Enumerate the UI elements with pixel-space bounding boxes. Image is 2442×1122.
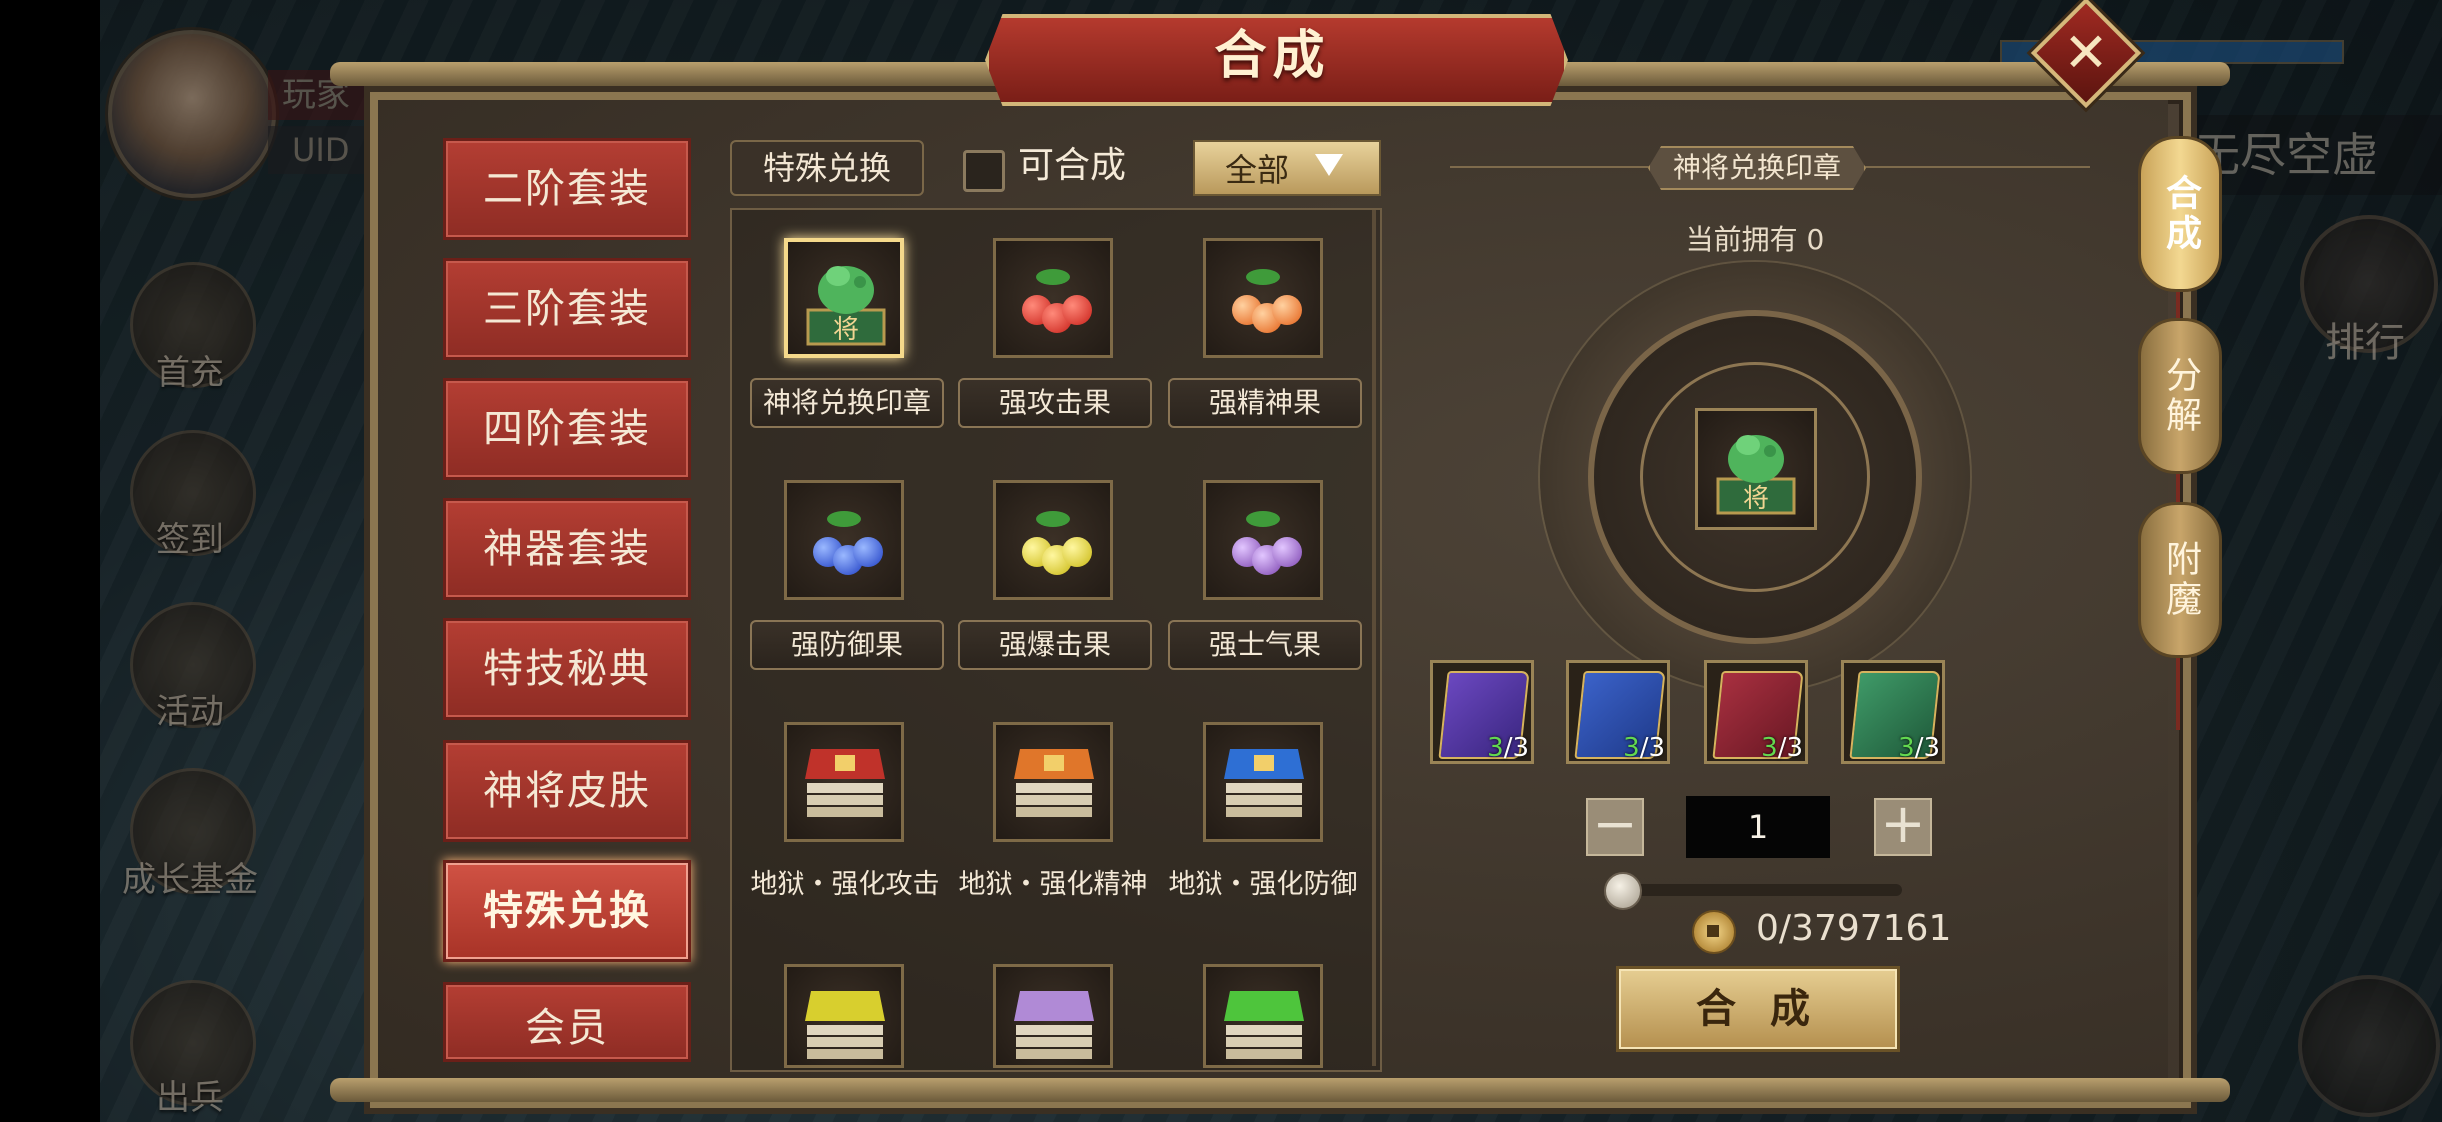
owned-count: 当前拥有 0 bbox=[1685, 223, 1825, 256]
item-label: 地狱・强化防御 bbox=[1168, 869, 1358, 900]
svg-text:将: 将 bbox=[1743, 484, 1769, 514]
cherry-icon bbox=[1062, 295, 1092, 325]
item-book-yellow[interactable] bbox=[784, 964, 904, 1068]
jade-seal-icon: 将 bbox=[1716, 435, 1796, 515]
jade-seal-icon: 将 bbox=[806, 266, 886, 346]
filter-dropdown[interactable]: 全部 bbox=[1193, 140, 1381, 196]
cherry-icon bbox=[1062, 537, 1092, 567]
detail-item-name: 神将兑换印章 bbox=[1648, 146, 1866, 190]
material-slot[interactable]: 3/3 bbox=[1841, 660, 1945, 764]
quantity-decrease-button[interactable]: − bbox=[1586, 797, 1644, 856]
category-tier2-set[interactable]: 二阶套装 bbox=[443, 138, 691, 240]
material-count: 3/3 bbox=[1487, 733, 1529, 763]
category-tier3-set[interactable]: 三阶套装 bbox=[443, 258, 691, 360]
item-defense-fruit[interactable] bbox=[784, 480, 904, 600]
book-stack-icon bbox=[1014, 749, 1094, 817]
item-label: 强防御果 bbox=[750, 620, 944, 670]
category-tier4-set[interactable]: 四阶套装 bbox=[443, 378, 691, 480]
item-grid-scrollbar[interactable] bbox=[1372, 210, 1376, 1066]
quantity-slider-handle[interactable] bbox=[1604, 872, 1642, 910]
quantity-increase-button[interactable]: + bbox=[1874, 797, 1932, 856]
craftable-checkbox[interactable] bbox=[963, 150, 1005, 192]
synthesize-button[interactable]: 合 成 bbox=[1616, 966, 1900, 1052]
book-stack-icon bbox=[1224, 749, 1304, 817]
target-item-slot[interactable]: 将 bbox=[1695, 408, 1817, 530]
cost-text: 0/3797161 bbox=[1756, 908, 1952, 949]
item-crit-fruit[interactable] bbox=[993, 480, 1113, 600]
item-label: 强爆击果 bbox=[958, 620, 1152, 670]
item-book-green[interactable] bbox=[1203, 964, 1323, 1068]
item-label: 强攻击果 bbox=[958, 378, 1152, 428]
item-label: 强士气果 bbox=[1168, 620, 1362, 670]
cherry-icon bbox=[853, 537, 883, 567]
leaf-icon bbox=[1036, 511, 1070, 527]
material-slot[interactable]: 3/3 bbox=[1430, 660, 1534, 764]
item-label: 地狱・强化攻击 bbox=[750, 869, 940, 900]
category-general-skin[interactable]: 神将皮肤 bbox=[443, 740, 691, 842]
item-label: 强精神果 bbox=[1168, 378, 1362, 428]
category-member[interactable]: 会员 bbox=[443, 982, 691, 1062]
leaf-icon bbox=[827, 511, 861, 527]
material-count: 3/3 bbox=[1898, 733, 1940, 763]
leaf-icon bbox=[1246, 511, 1280, 527]
item-hell-spirit-book[interactable] bbox=[993, 722, 1113, 842]
item-hell-attack-book[interactable] bbox=[784, 722, 904, 842]
chevron-down-icon bbox=[1315, 154, 1343, 176]
quantity-input[interactable] bbox=[1686, 796, 1830, 858]
item-book-purple[interactable] bbox=[993, 964, 1113, 1068]
book-stack-icon bbox=[1014, 991, 1094, 1059]
cherry-icon bbox=[1272, 537, 1302, 567]
svg-text:将: 将 bbox=[833, 315, 859, 345]
book-stack-icon bbox=[805, 991, 885, 1059]
category-artifact-set[interactable]: 神器套装 bbox=[443, 498, 691, 600]
leaf-icon bbox=[1246, 269, 1280, 285]
book-stack-icon bbox=[1224, 991, 1304, 1059]
material-count: 3/3 bbox=[1761, 733, 1803, 763]
item-attack-fruit[interactable] bbox=[993, 238, 1113, 358]
leaf-icon bbox=[1036, 269, 1070, 285]
material-slot[interactable]: 3/3 bbox=[1704, 660, 1808, 764]
item-general-seal[interactable]: 将 bbox=[784, 238, 904, 358]
craftable-checkbox-label[interactable]: 可合成 bbox=[1018, 140, 1126, 192]
category-special-exchange[interactable]: 特殊兑换 bbox=[443, 860, 691, 962]
cherry-icon bbox=[1272, 295, 1302, 325]
item-spirit-fruit[interactable] bbox=[1203, 238, 1323, 358]
item-label: 神将兑换印章 bbox=[750, 378, 944, 428]
current-tab-label: 特殊兑换 bbox=[730, 140, 924, 196]
tab-decompose[interactable]: 分解 bbox=[2138, 318, 2222, 474]
quantity-slider-track[interactable] bbox=[1620, 884, 1902, 896]
item-hell-defense-book[interactable] bbox=[1203, 722, 1323, 842]
item-morale-fruit[interactable] bbox=[1203, 480, 1323, 600]
tab-enchant[interactable]: 附魔 bbox=[2138, 502, 2222, 658]
material-count: 3/3 bbox=[1623, 733, 1665, 763]
material-slot[interactable]: 3/3 bbox=[1566, 660, 1670, 764]
category-skill-manual[interactable]: 特技秘典 bbox=[443, 618, 691, 720]
panel-bottom-rail bbox=[330, 1078, 2230, 1102]
coin-icon bbox=[1692, 910, 1736, 954]
book-stack-icon bbox=[805, 749, 885, 817]
item-label: 地狱・强化精神 bbox=[958, 869, 1148, 900]
tab-synthesize[interactable]: 合成 bbox=[2138, 136, 2222, 292]
panel-title: 合成 bbox=[1214, 26, 1331, 86]
